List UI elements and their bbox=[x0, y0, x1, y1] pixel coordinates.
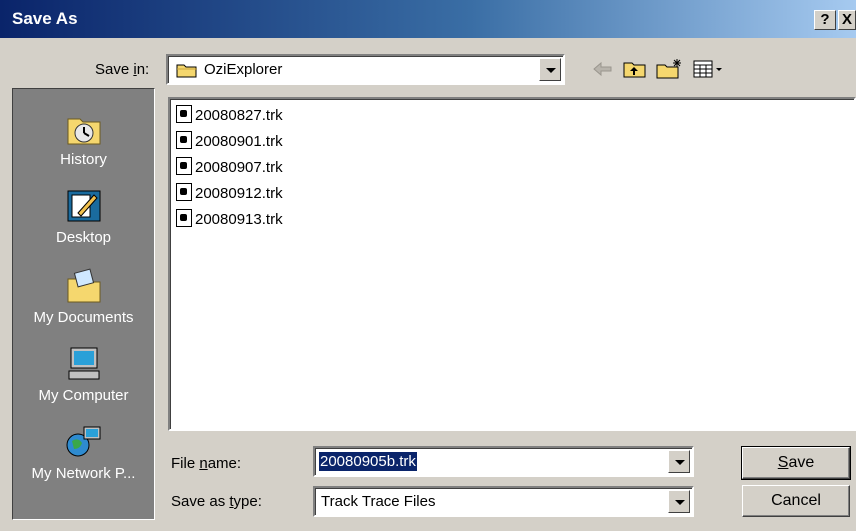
list-item[interactable]: 20080913.trk bbox=[176, 209, 283, 231]
back-icon[interactable] bbox=[590, 58, 616, 80]
my-computer-icon bbox=[64, 345, 104, 383]
track-file-icon bbox=[176, 157, 192, 175]
my-documents-icon bbox=[64, 267, 104, 305]
file-name-dropdown-button[interactable] bbox=[668, 450, 690, 473]
place-desktop[interactable]: Desktop bbox=[13, 187, 154, 246]
file-name-field[interactable]: 20080905b.trk bbox=[313, 446, 694, 477]
save-in-value: OziExplorer bbox=[204, 61, 283, 78]
track-file-icon bbox=[176, 131, 192, 149]
file-name-label: File name: bbox=[171, 455, 242, 472]
folder-icon bbox=[176, 62, 198, 78]
network-places-icon bbox=[64, 423, 104, 461]
place-my-network-places[interactable]: My Network P... bbox=[13, 423, 154, 482]
save-as-type-dropdown-button[interactable] bbox=[668, 490, 690, 513]
cancel-button[interactable]: Cancel bbox=[742, 485, 850, 517]
file-list[interactable]: 20080827.trk 20080901.trk 20080907.trk 2… bbox=[168, 97, 856, 431]
save-in-dropdown-button[interactable] bbox=[539, 58, 561, 81]
file-name-value: 20080905b.trk bbox=[319, 452, 417, 471]
up-one-level-icon[interactable] bbox=[622, 58, 648, 80]
save-button[interactable]: Save bbox=[741, 446, 851, 480]
save-as-type-value: Track Trace Files bbox=[321, 493, 436, 510]
new-folder-icon[interactable] bbox=[655, 58, 683, 80]
close-button[interactable]: X bbox=[838, 10, 856, 30]
save-as-type-label: Save as type: bbox=[171, 493, 262, 510]
save-in-combo[interactable]: OziExplorer bbox=[166, 54, 565, 85]
list-item[interactable]: 20080827.trk bbox=[176, 105, 283, 127]
place-my-documents[interactable]: My Documents bbox=[13, 267, 154, 326]
place-history[interactable]: History bbox=[13, 109, 154, 168]
save-in-label: Save in: bbox=[95, 61, 150, 78]
track-file-icon bbox=[176, 209, 192, 227]
desktop-icon bbox=[64, 187, 104, 225]
save-as-type-combo[interactable]: Track Trace Files bbox=[313, 486, 694, 517]
view-menu-icon[interactable] bbox=[692, 58, 728, 80]
places-bar: History Desktop My Documents My Computer… bbox=[12, 88, 155, 520]
place-my-computer[interactable]: My Computer bbox=[13, 345, 154, 404]
title-bar[interactable]: Save As ? X bbox=[0, 0, 856, 38]
window-title: Save As bbox=[12, 9, 78, 28]
help-button[interactable]: ? bbox=[814, 10, 836, 30]
list-item[interactable]: 20080901.trk bbox=[176, 131, 283, 153]
track-file-icon bbox=[176, 183, 192, 201]
history-icon bbox=[64, 109, 104, 147]
list-item[interactable]: 20080912.trk bbox=[176, 183, 283, 205]
track-file-icon bbox=[176, 105, 192, 123]
list-item[interactable]: 20080907.trk bbox=[176, 157, 283, 179]
